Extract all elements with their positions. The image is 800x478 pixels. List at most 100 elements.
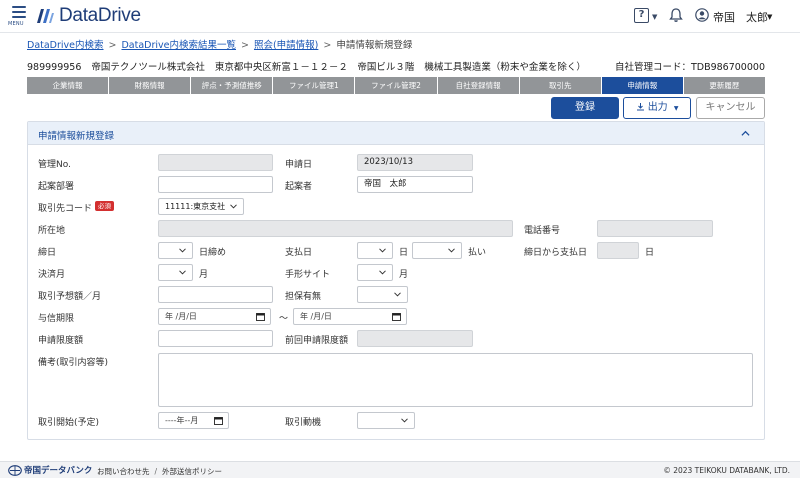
bill-site-label: 手形サイト: [285, 270, 331, 280]
drafter-label: 起案者: [285, 182, 313, 192]
output-button[interactable]: 出力 ▼: [623, 97, 691, 119]
tab-clients[interactable]: 取引先: [519, 77, 602, 94]
menu-button[interactable]: MENU: [8, 5, 30, 29]
tab-file-management-2[interactable]: ファイル管理2: [355, 77, 438, 94]
days-to-payment-label: 締日から支払日: [524, 248, 588, 258]
credit-period-from-placeholder: 年 /月/日: [165, 312, 197, 321]
dept-label: 起案部署: [38, 182, 75, 192]
client-code-value: 11111:東京支社: [165, 202, 226, 211]
company-industry: 機械工具製造業（粉末や金業を除く）: [424, 62, 586, 73]
credit-period-to-placeholder: 年 /月/日: [300, 312, 332, 321]
payment-day-label: 支払日: [285, 248, 313, 258]
settlement-month-label: 決済月: [38, 270, 66, 280]
output-label: 出力: [647, 102, 668, 113]
menu-label: MENU: [8, 21, 24, 27]
company-code: 989999956: [27, 62, 82, 73]
tab-update-history[interactable]: 更新履歴: [683, 77, 765, 94]
datadrive-logo[interactable]: DataDrive: [35, 5, 141, 26]
tab-score-trend[interactable]: 評点・予測値推移: [191, 77, 274, 94]
register-button[interactable]: 登録: [551, 97, 619, 119]
payment-month-select[interactable]: [357, 242, 393, 259]
application-form-panel: 申請情報新規登録 管理No. 申請日 2023/10/13 起案部署 起案者 帝…: [27, 121, 765, 440]
breadcrumb: DataDrive内検索 > DataDrive内検索結果一覧 > 照会(申請情報) > 申…: [27, 40, 413, 51]
payment-day-select[interactable]: [412, 242, 462, 259]
calendar-icon: [392, 313, 401, 321]
policy-link[interactable]: 外部送信ポリシー: [162, 467, 222, 476]
collateral-select[interactable]: [357, 286, 408, 303]
prev-limit-field: [357, 330, 473, 347]
start-label: 取引開始(予定): [38, 418, 100, 428]
user-dropdown-icon[interactable]: ▼: [767, 13, 772, 21]
tab-application-info[interactable]: 申請情報: [601, 77, 684, 94]
bell-icon[interactable]: [669, 7, 683, 23]
credit-period-to-input[interactable]: 年 /月/日: [293, 308, 407, 325]
hamburger-icon: [12, 6, 26, 18]
breadcrumb-current: 申請情報新規登録: [336, 40, 413, 51]
payment-day-unit: 日: [399, 248, 409, 258]
phone-label: 電話番号: [524, 226, 561, 236]
company-name: 帝国テクノツール株式会社: [91, 62, 205, 73]
chevron-down-icon: [179, 270, 186, 275]
motive-select[interactable]: [357, 412, 415, 429]
output-dropdown-icon: ▼: [673, 105, 679, 112]
days-to-payment-field: [597, 242, 639, 259]
chevron-down-icon: [379, 248, 386, 253]
prev-limit-label: 前回申請限度額: [285, 336, 349, 346]
settlement-month-select[interactable]: [158, 264, 193, 281]
payment-unit: 払い: [468, 248, 487, 258]
client-code-label: 取引先コード: [38, 204, 93, 214]
limit-amount-input[interactable]: [158, 330, 273, 347]
dept-input[interactable]: [158, 176, 273, 193]
chevron-down-icon: [394, 292, 401, 297]
chevron-down-icon: [179, 248, 186, 253]
bill-site-select[interactable]: [357, 264, 393, 281]
credit-period-tilde: ～: [279, 314, 289, 324]
copyright: © 2023 TEIKOKU DATABANK, LTD.: [663, 466, 790, 475]
credit-period-label: 与信期限: [38, 314, 75, 324]
start-placeholder: ----年--月: [165, 416, 199, 425]
calendar-icon: [256, 313, 265, 321]
breadcrumb-link-inquiry[interactable]: 照会(申請情報): [254, 40, 318, 51]
company-address: 東京都中央区新富１－１２－２ 帝国ビル３階: [214, 62, 415, 73]
user-icon[interactable]: [695, 8, 709, 22]
contact-link[interactable]: お問い合わせ先: [97, 467, 150, 476]
phone-field: [597, 220, 713, 237]
breadcrumb-link-search[interactable]: DataDrive内検索: [27, 40, 104, 51]
bill-site-unit: 月: [399, 270, 409, 280]
tab-company-info[interactable]: 企業情報: [27, 77, 110, 94]
footer-links: お問い合わせ先 / 外部送信ポリシー: [97, 467, 223, 476]
breadcrumb-link-results[interactable]: DataDrive内検索結果一覧: [121, 40, 236, 51]
tab-bar: 企業情報 財務情報 評点・予測値推移 ファイル管理1 ファイル管理2 自社登録情…: [27, 77, 765, 94]
panel-title: 申請情報新規登録: [38, 131, 115, 142]
tab-own-registration[interactable]: 自社登録情報: [437, 77, 520, 94]
client-code-select[interactable]: 11111:東京支社: [158, 198, 244, 215]
mgmt-no-field: [158, 154, 273, 171]
closing-day-unit: 日締め: [199, 248, 227, 258]
start-month-input[interactable]: ----年--月: [158, 412, 229, 429]
closing-day-label: 締日: [38, 248, 57, 258]
chevron-down-icon: [448, 248, 455, 253]
chevron-down-icon: [379, 270, 386, 275]
cancel-button[interactable]: キャンセル: [696, 97, 765, 119]
chevron-down-icon: [230, 204, 237, 209]
mgmt-no-label: 管理No.: [38, 160, 71, 170]
teikoku-logo-icon: [8, 464, 22, 476]
logo-text: DataDrive: [59, 5, 141, 26]
closing-day-select[interactable]: [158, 242, 193, 259]
app-header: MENU DataDrive ? ▼ 帝国 太郎 ▼: [0, 0, 800, 33]
help-button[interactable]: ?: [634, 8, 649, 23]
expected-amount-input[interactable]: [158, 286, 273, 303]
credit-period-from-input[interactable]: 年 /月/日: [158, 308, 271, 325]
panel-header[interactable]: 申請情報新規登録: [28, 122, 764, 145]
remarks-textarea[interactable]: [158, 353, 753, 407]
remarks-label: 備考(取引内容等): [38, 358, 109, 368]
tab-financial-info[interactable]: 財務情報: [109, 77, 192, 94]
required-badge: 必須: [95, 201, 114, 211]
user-name[interactable]: 帝国 太郎: [713, 9, 768, 25]
drafter-input[interactable]: 帝国 太郎: [357, 176, 473, 193]
help-dropdown-icon[interactable]: ▼: [652, 13, 657, 21]
tab-file-management-1[interactable]: ファイル管理1: [273, 77, 356, 94]
address-label: 所在地: [38, 226, 66, 236]
teikoku-logo: 帝国データバンク: [8, 464, 92, 476]
chevron-up-icon[interactable]: [741, 129, 750, 138]
